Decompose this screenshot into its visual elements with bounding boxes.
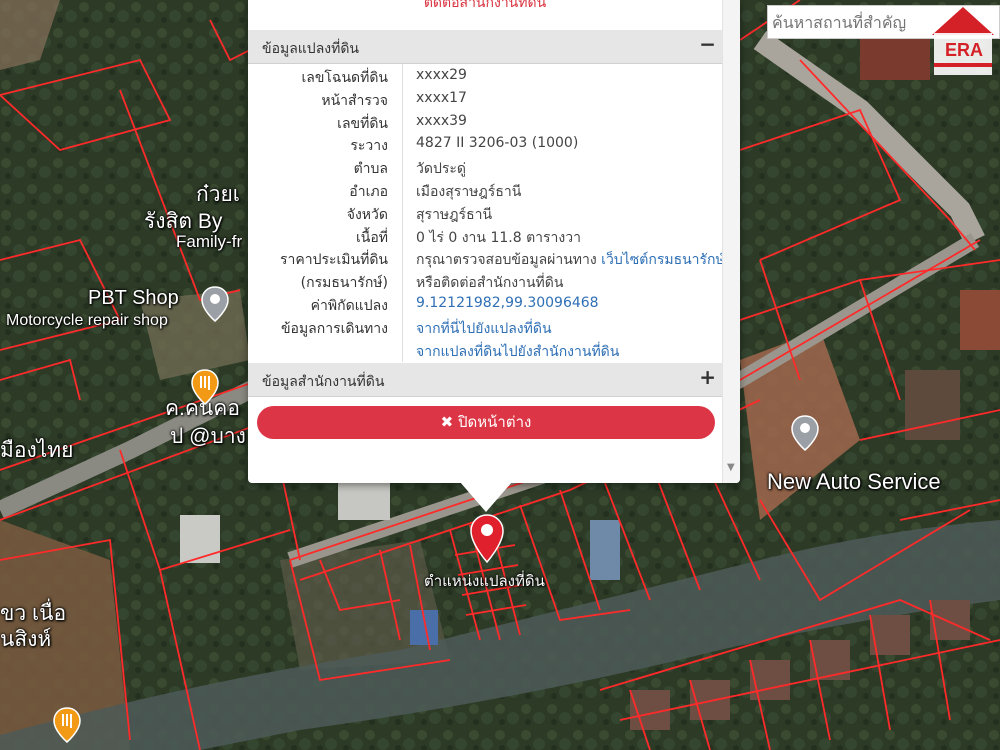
district-value: เมืองสุราษฎร์ธานี: [416, 183, 522, 200]
era-logo-text: ERA: [944, 40, 983, 60]
row-subdistrict: ตำบล วัดประดู่: [248, 155, 722, 178]
popup-scrollbar[interactable]: ▼: [722, 0, 740, 483]
row-district: อำเภอ เมืองสุราษฎร์ธานี: [248, 178, 722, 201]
map-sheet-label: ระวาง: [350, 138, 388, 155]
restaurant-marker-icon[interactable]: [190, 368, 220, 406]
parcel-info-table: เลขโฉนดที่ดิน xxxx29 หน้าสำรวจ xxxx17 เล…: [248, 64, 725, 361]
parcel-location-pin-icon[interactable]: [470, 514, 504, 564]
place-marker-pbt-icon[interactable]: [200, 285, 230, 323]
row-map-sheet: ระวาง 4827 II 3206-03 (1000): [248, 132, 722, 155]
expand-icon[interactable]: +: [699, 365, 716, 389]
directions-to-office-link[interactable]: จากแปลงที่ดินไปยังสำนักงานที่ดิน: [416, 341, 619, 363]
deed-number-value: xxxx29: [416, 67, 467, 83]
restaurant-marker-2-icon[interactable]: [52, 706, 82, 744]
row-area: เนื้อที่ 0 ไร่ 0 งาน 11.8 ตารางวา: [248, 224, 722, 247]
appraisal-value: กรุณาตรวจสอบข้อมูลผ่านทาง: [416, 252, 597, 269]
row-deed-number: เลขโฉนดที่ดิน xxxx29: [248, 64, 722, 87]
district-label: อำเภอ: [349, 183, 388, 200]
coordinates-link[interactable]: 9.12121982,99.30096468: [416, 295, 599, 311]
label-parcel-location: ตำแหน่งแปลงที่ดิน: [424, 573, 545, 590]
map-sheet-value: 4827 II 3206-03 (1000): [416, 135, 579, 152]
survey-page-label: หน้าสำรวจ: [321, 92, 388, 109]
area-label: เนื้อที่: [356, 229, 388, 246]
label-pbt-shop: PBT Shop: [88, 287, 179, 309]
label-new-auto: New Auto Service: [767, 469, 941, 494]
label-motorcycle: Motorcycle repair shop: [6, 312, 168, 329]
directions-to-parcel-link[interactable]: จากที่นี่ไปยังแปลงที่ดิน: [416, 318, 552, 340]
land-office-section-header[interactable]: ข้อมูลสำนักงานที่ดิน +: [248, 363, 722, 397]
parcel-info-section-title: ข้อมูลแปลงที่ดิน: [262, 41, 360, 57]
parcel-info-section-header[interactable]: ข้อมูลแปลงที่ดิน −: [248, 30, 722, 64]
coordinates-label: ค่าพิกัดแปลง: [310, 297, 388, 314]
deed-number-label: เลขโฉนดที่ดิน: [301, 70, 388, 86]
label-nasing: นสิงห์: [0, 628, 52, 651]
subdistrict-value: วัดประดู่: [416, 161, 466, 178]
row-coordinates: ค่าพิกัดแปลง 9.12121982,99.30096468: [248, 292, 722, 315]
collapse-icon[interactable]: −: [699, 32, 716, 56]
land-office-section-title: ข้อมูลสำนักงานที่ดิน: [262, 374, 385, 390]
land-office-top-text: ติดต่อสำนักงานที่ดิน: [423, 0, 547, 11]
appraisal-label: ราคาประเมินที่ดิน: [279, 252, 388, 269]
land-number-value: xxxx39: [416, 112, 467, 129]
popup-pointer: [460, 482, 512, 512]
subdistrict-label: ตำบล: [353, 161, 388, 178]
row-directions-office: จากแปลงที่ดินไปยังสำนักงานที่ดิน: [248, 338, 722, 361]
survey-page-value: xxxx17: [416, 89, 467, 106]
close-window-button[interactable]: ✖ ปิดหน้าต่าง: [257, 406, 715, 439]
treasury-value: หรือติดต่อสำนักงานที่ดิน: [416, 275, 564, 292]
row-survey-page: หน้าสำรวจ xxxx17: [248, 87, 722, 110]
land-number-label: เลขที่ดิน: [337, 115, 388, 132]
scroll-down-arrow-icon[interactable]: ▼: [727, 462, 735, 473]
row-province: จังหวัด สุราษฎร์ธานี: [248, 201, 722, 224]
treasury-website-link[interactable]: เว็บไซต์กรมธนารักษ์: [601, 252, 725, 268]
treasury-label: (กรมธนารักษ์): [300, 275, 388, 292]
province-value: สุราษฎร์ธานี: [416, 206, 493, 223]
label-family: Family-fr: [176, 232, 243, 251]
row-directions: ข้อมูลการเดินทาง จากที่นี่ไปยังแปลงที่ดิ…: [248, 315, 722, 338]
place-marker-new-auto-icon[interactable]: [790, 414, 820, 452]
row-land-number: เลขที่ดิน xxxx39: [248, 110, 722, 133]
row-appraisal: ราคาประเมินที่ดิน กรุณาตรวจสอบข้อมูลผ่าน…: [248, 246, 725, 271]
row-treasury: (กรมธนารักษ์) หรือติดต่อสำนักงานที่ดิน: [248, 269, 722, 292]
directions-label: ข้อมูลการเดินทาง: [280, 320, 388, 337]
parcel-info-popup: ติดต่อสำนักงานที่ดิน ข้อมูลแปลงที่ดิน − …: [248, 0, 740, 483]
appraisal-value-wrap: กรุณาตรวจสอบข้อมูลผ่านทาง เว็บไซต์กรมธนา…: [416, 249, 725, 271]
province-label: จังหวัด: [346, 206, 388, 223]
label-pu-bang: ป @บาง: [170, 425, 246, 448]
area-value: 0 ไร่ 0 งาน 11.8 ตารางวา: [416, 229, 581, 246]
label-mueang-thai: มืองไทย: [0, 439, 74, 462]
